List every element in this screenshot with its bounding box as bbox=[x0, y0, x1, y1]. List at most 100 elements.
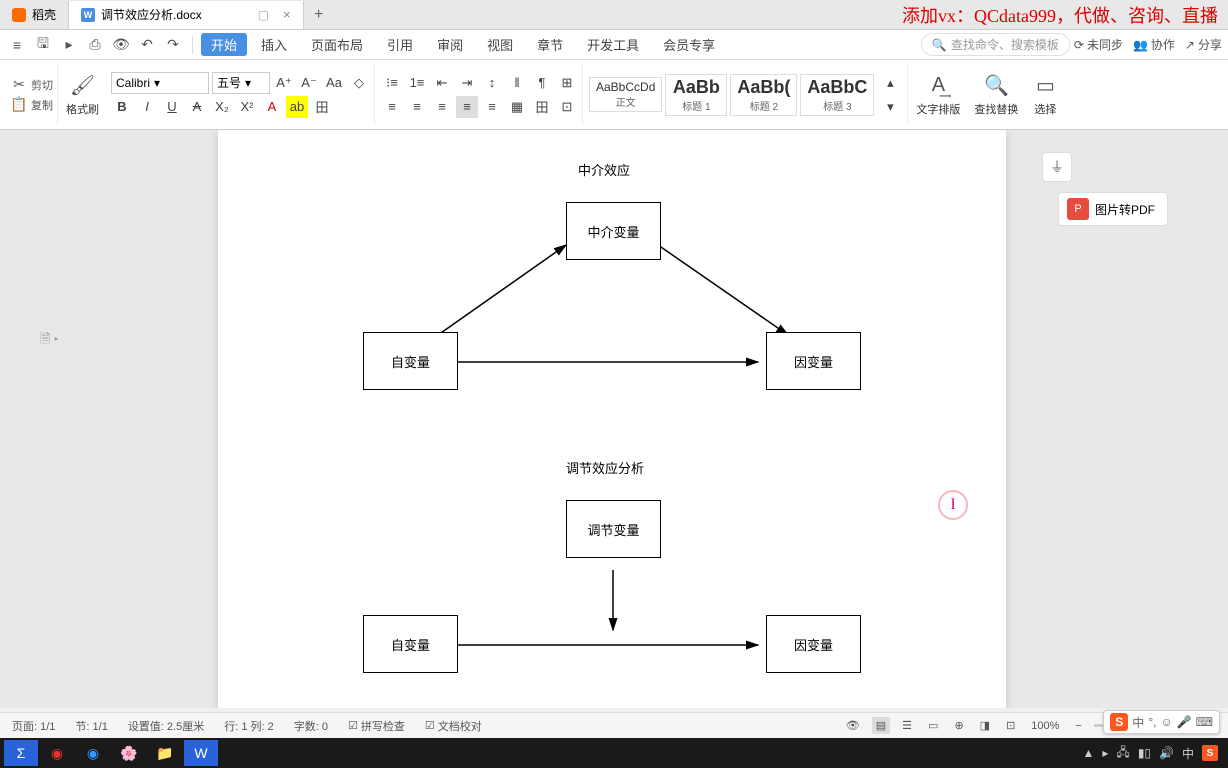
line-spacing-icon[interactable]: ‖ bbox=[506, 72, 528, 94]
status-proof[interactable]: ☑ 文档校对 bbox=[421, 716, 486, 736]
tray-wifi-icon[interactable]: ▮▯ bbox=[1138, 746, 1151, 760]
tb-wps[interactable]: W bbox=[184, 740, 218, 766]
find-replace[interactable]: 🔍 查找替换 bbox=[968, 64, 1024, 125]
underline-button[interactable]: U bbox=[161, 96, 183, 118]
style-h1[interactable]: AaBb标题 1 bbox=[665, 74, 727, 116]
page-insert-handle[interactable]: 🗎 ▸ bbox=[40, 330, 59, 352]
highlight-icon[interactable]: ab bbox=[286, 96, 308, 118]
strike-button[interactable]: A bbox=[186, 96, 208, 118]
status-rowcol[interactable]: 行: 1 列: 2 bbox=[220, 716, 278, 736]
show-marks-icon[interactable]: ¶ bbox=[531, 72, 553, 94]
coop-button[interactable]: 👥 协作 bbox=[1133, 36, 1175, 53]
clear-format-icon[interactable]: ◇ bbox=[348, 72, 370, 94]
ribbon-tab-ref[interactable]: 引用 bbox=[377, 33, 423, 56]
status-setting[interactable]: 设置值: 2.5厘米 bbox=[124, 716, 208, 736]
view-read-icon[interactable]: ▭ bbox=[924, 717, 942, 734]
new-icon[interactable]: ▸ bbox=[58, 34, 80, 56]
start-button[interactable]: Σ bbox=[4, 740, 38, 766]
superscript-button[interactable]: X² bbox=[236, 96, 258, 118]
view-outline-icon[interactable]: ☰ bbox=[898, 717, 916, 734]
bold-button[interactable]: B bbox=[111, 96, 133, 118]
change-case-icon[interactable]: Aa bbox=[323, 72, 345, 94]
align-dist-icon[interactable]: ≡ bbox=[481, 96, 503, 118]
tb-app-4[interactable]: 📁 bbox=[148, 740, 182, 766]
text-typeset[interactable]: A͢ 文字排版 bbox=[910, 64, 966, 125]
box-iv-2[interactable]: 自变量 bbox=[363, 615, 458, 673]
tray-flag-icon[interactable]: ▸ bbox=[1102, 746, 1108, 760]
view-page-icon[interactable]: ▤ bbox=[872, 717, 890, 734]
box-dv-1[interactable]: 因变量 bbox=[766, 332, 861, 390]
italic-button[interactable]: I bbox=[136, 96, 158, 118]
ribbon-tab-section[interactable]: 章节 bbox=[527, 33, 573, 56]
align-center-icon[interactable]: ≡ bbox=[406, 96, 428, 118]
zoom-out-icon[interactable]: − bbox=[1071, 718, 1085, 734]
ribbon-tab-review[interactable]: 审阅 bbox=[427, 33, 473, 56]
menu-icon[interactable]: ≡ bbox=[6, 34, 28, 56]
ime-badge[interactable]: S 中 °, ☺ 🎤 ⌨ bbox=[1103, 710, 1220, 734]
ribbon-tab-vip[interactable]: 会员专享 bbox=[653, 33, 725, 56]
redo-icon[interactable]: ↷ bbox=[162, 34, 184, 56]
tb-app-3[interactable]: 🌸 bbox=[112, 740, 146, 766]
ribbon-tab-layout[interactable]: 页面布局 bbox=[301, 33, 373, 56]
style-down-icon[interactable]: ▾ bbox=[879, 96, 901, 118]
bullets-icon[interactable]: ⁝≡ bbox=[381, 72, 403, 94]
shading-icon[interactable]: ▦ bbox=[506, 96, 528, 118]
save-icon[interactable]: 🖫 bbox=[32, 34, 54, 56]
view-web-icon[interactable]: ⊕ bbox=[950, 717, 967, 734]
border-icon[interactable]: 田 bbox=[311, 96, 333, 118]
subscript-button[interactable]: X₂ bbox=[211, 96, 233, 118]
box-moderator[interactable]: 调节变量 bbox=[566, 500, 661, 558]
undo-icon[interactable]: ↶ bbox=[136, 34, 158, 56]
view-focus-icon[interactable]: ◨ bbox=[976, 717, 994, 734]
tray-ime-icon[interactable]: 中 bbox=[1182, 745, 1194, 762]
print-icon[interactable]: ⎙ bbox=[84, 34, 106, 56]
sort-icon[interactable]: ↕ bbox=[481, 72, 503, 94]
style-normal[interactable]: AaBbCcDd正文 bbox=[589, 77, 662, 112]
status-spellcheck[interactable]: ☑ 拼写检查 bbox=[344, 716, 409, 736]
status-page[interactable]: 页面: 1/1 bbox=[8, 716, 59, 736]
sync-button[interactable]: ⟳ 未同步 bbox=[1074, 36, 1123, 53]
copy-icon[interactable]: 📋 bbox=[10, 96, 28, 114]
font-name-select[interactable]: Calibri▾ bbox=[111, 72, 209, 94]
style-h2[interactable]: AaBb(标题 2 bbox=[730, 74, 797, 116]
ribbon-tab-insert[interactable]: 插入 bbox=[251, 33, 297, 56]
shrink-font-icon[interactable]: A⁻ bbox=[298, 72, 320, 94]
zoom-fit-icon[interactable]: ⊡ bbox=[1002, 717, 1019, 734]
ribbon-tab-view[interactable]: 视图 bbox=[477, 33, 523, 56]
borders-icon[interactable]: 田 bbox=[531, 96, 553, 118]
tb-app-2[interactable]: ◉ bbox=[76, 740, 110, 766]
tab-home[interactable]: 稻壳 bbox=[0, 1, 69, 29]
grow-font-icon[interactable]: A⁺ bbox=[273, 72, 295, 94]
tray-vol-icon[interactable]: 🔊 bbox=[1159, 746, 1174, 760]
search-input[interactable]: 🔍 查找命令、搜索模板 bbox=[921, 33, 1070, 56]
box-dv-2[interactable]: 因变量 bbox=[766, 615, 861, 673]
ribbon-tab-dev[interactable]: 开发工具 bbox=[577, 33, 649, 56]
box-mediator[interactable]: 中介变量 bbox=[566, 202, 661, 260]
tab-document[interactable]: W 调节效应分析.docx ▢ × bbox=[69, 1, 304, 29]
img-to-pdf-button[interactable]: P 图片转PDF bbox=[1058, 192, 1168, 226]
status-wordcount[interactable]: 字数: 0 bbox=[290, 716, 332, 736]
document-page[interactable]: 中介效应 中介变量 自变量 因变量 调节效应分析 调节变量 自变量 因变量 bbox=[218, 130, 1006, 708]
indent-inc-icon[interactable]: ⇥ bbox=[456, 72, 478, 94]
tb-app-1[interactable]: ◉ bbox=[40, 740, 74, 766]
tab-add[interactable]: + bbox=[304, 6, 334, 24]
side-collapse-icon[interactable]: ⏚ bbox=[1042, 152, 1072, 182]
close-icon[interactable]: × bbox=[283, 7, 291, 22]
align-justify-icon[interactable]: ≡ bbox=[456, 96, 478, 118]
zoom-label[interactable]: 100% bbox=[1027, 718, 1063, 734]
numbering-icon[interactable]: 1≡ bbox=[406, 72, 428, 94]
ribbon-tab-start[interactable]: 开始 bbox=[201, 33, 247, 56]
font-color-icon[interactable]: A bbox=[261, 96, 283, 118]
font-size-select[interactable]: 五号▾ bbox=[212, 72, 270, 94]
align-right-icon[interactable]: ≡ bbox=[431, 96, 453, 118]
para-settings-icon[interactable]: ⊡ bbox=[556, 96, 578, 118]
tab-window-icon[interactable]: ▢ bbox=[258, 8, 269, 22]
align-left-icon[interactable]: ≡ bbox=[381, 96, 403, 118]
style-h3[interactable]: AaBbC标题 3 bbox=[800, 74, 874, 116]
tab-icon[interactable]: ⊞ bbox=[556, 72, 578, 94]
cut-icon[interactable]: ✂ bbox=[10, 76, 28, 94]
tray-net-icon[interactable]: 🖧 bbox=[1116, 743, 1129, 764]
preview-icon[interactable]: 👁 bbox=[110, 34, 132, 56]
select-tool[interactable]: ▭ 选择 bbox=[1026, 64, 1064, 125]
format-painter[interactable]: 🖌 格式刷 bbox=[60, 64, 105, 125]
